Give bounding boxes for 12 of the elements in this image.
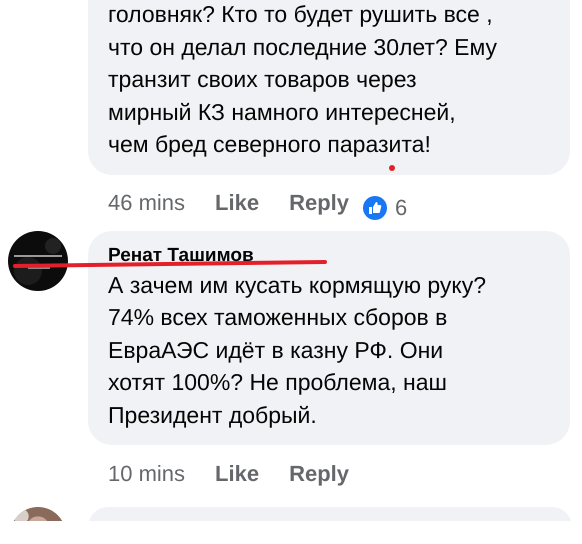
timestamp: 46 mins [108,189,186,217]
comment-text: головняк? Кто то будет рушить все , что он делал последние 30лет? Ему транзит своих товаров через мирный КЗ намного интересней, чем бред северного паразита! [108,0,498,159]
author-name[interactable]: Ренат Ташимов [108,242,550,268]
reply-link[interactable]: Reply [289,186,349,219]
thumbs-up-icon [363,196,387,220]
reply-link[interactable]: Reply [289,456,349,490]
like-link[interactable]: Like [215,186,260,219]
dot-mark [389,165,395,171]
timestamp: 10 mins [108,460,186,488]
reaction-count: 6 [395,194,408,222]
comment-text: А зачем им кусать кормящую руку? 74% всех таможенных сборов в ЕвраАЭС идёт в казну РФ. Они хотят 100%? Не проблема, наш Президент добрый. [108,270,487,430]
like-link[interactable]: Like [215,456,260,490]
